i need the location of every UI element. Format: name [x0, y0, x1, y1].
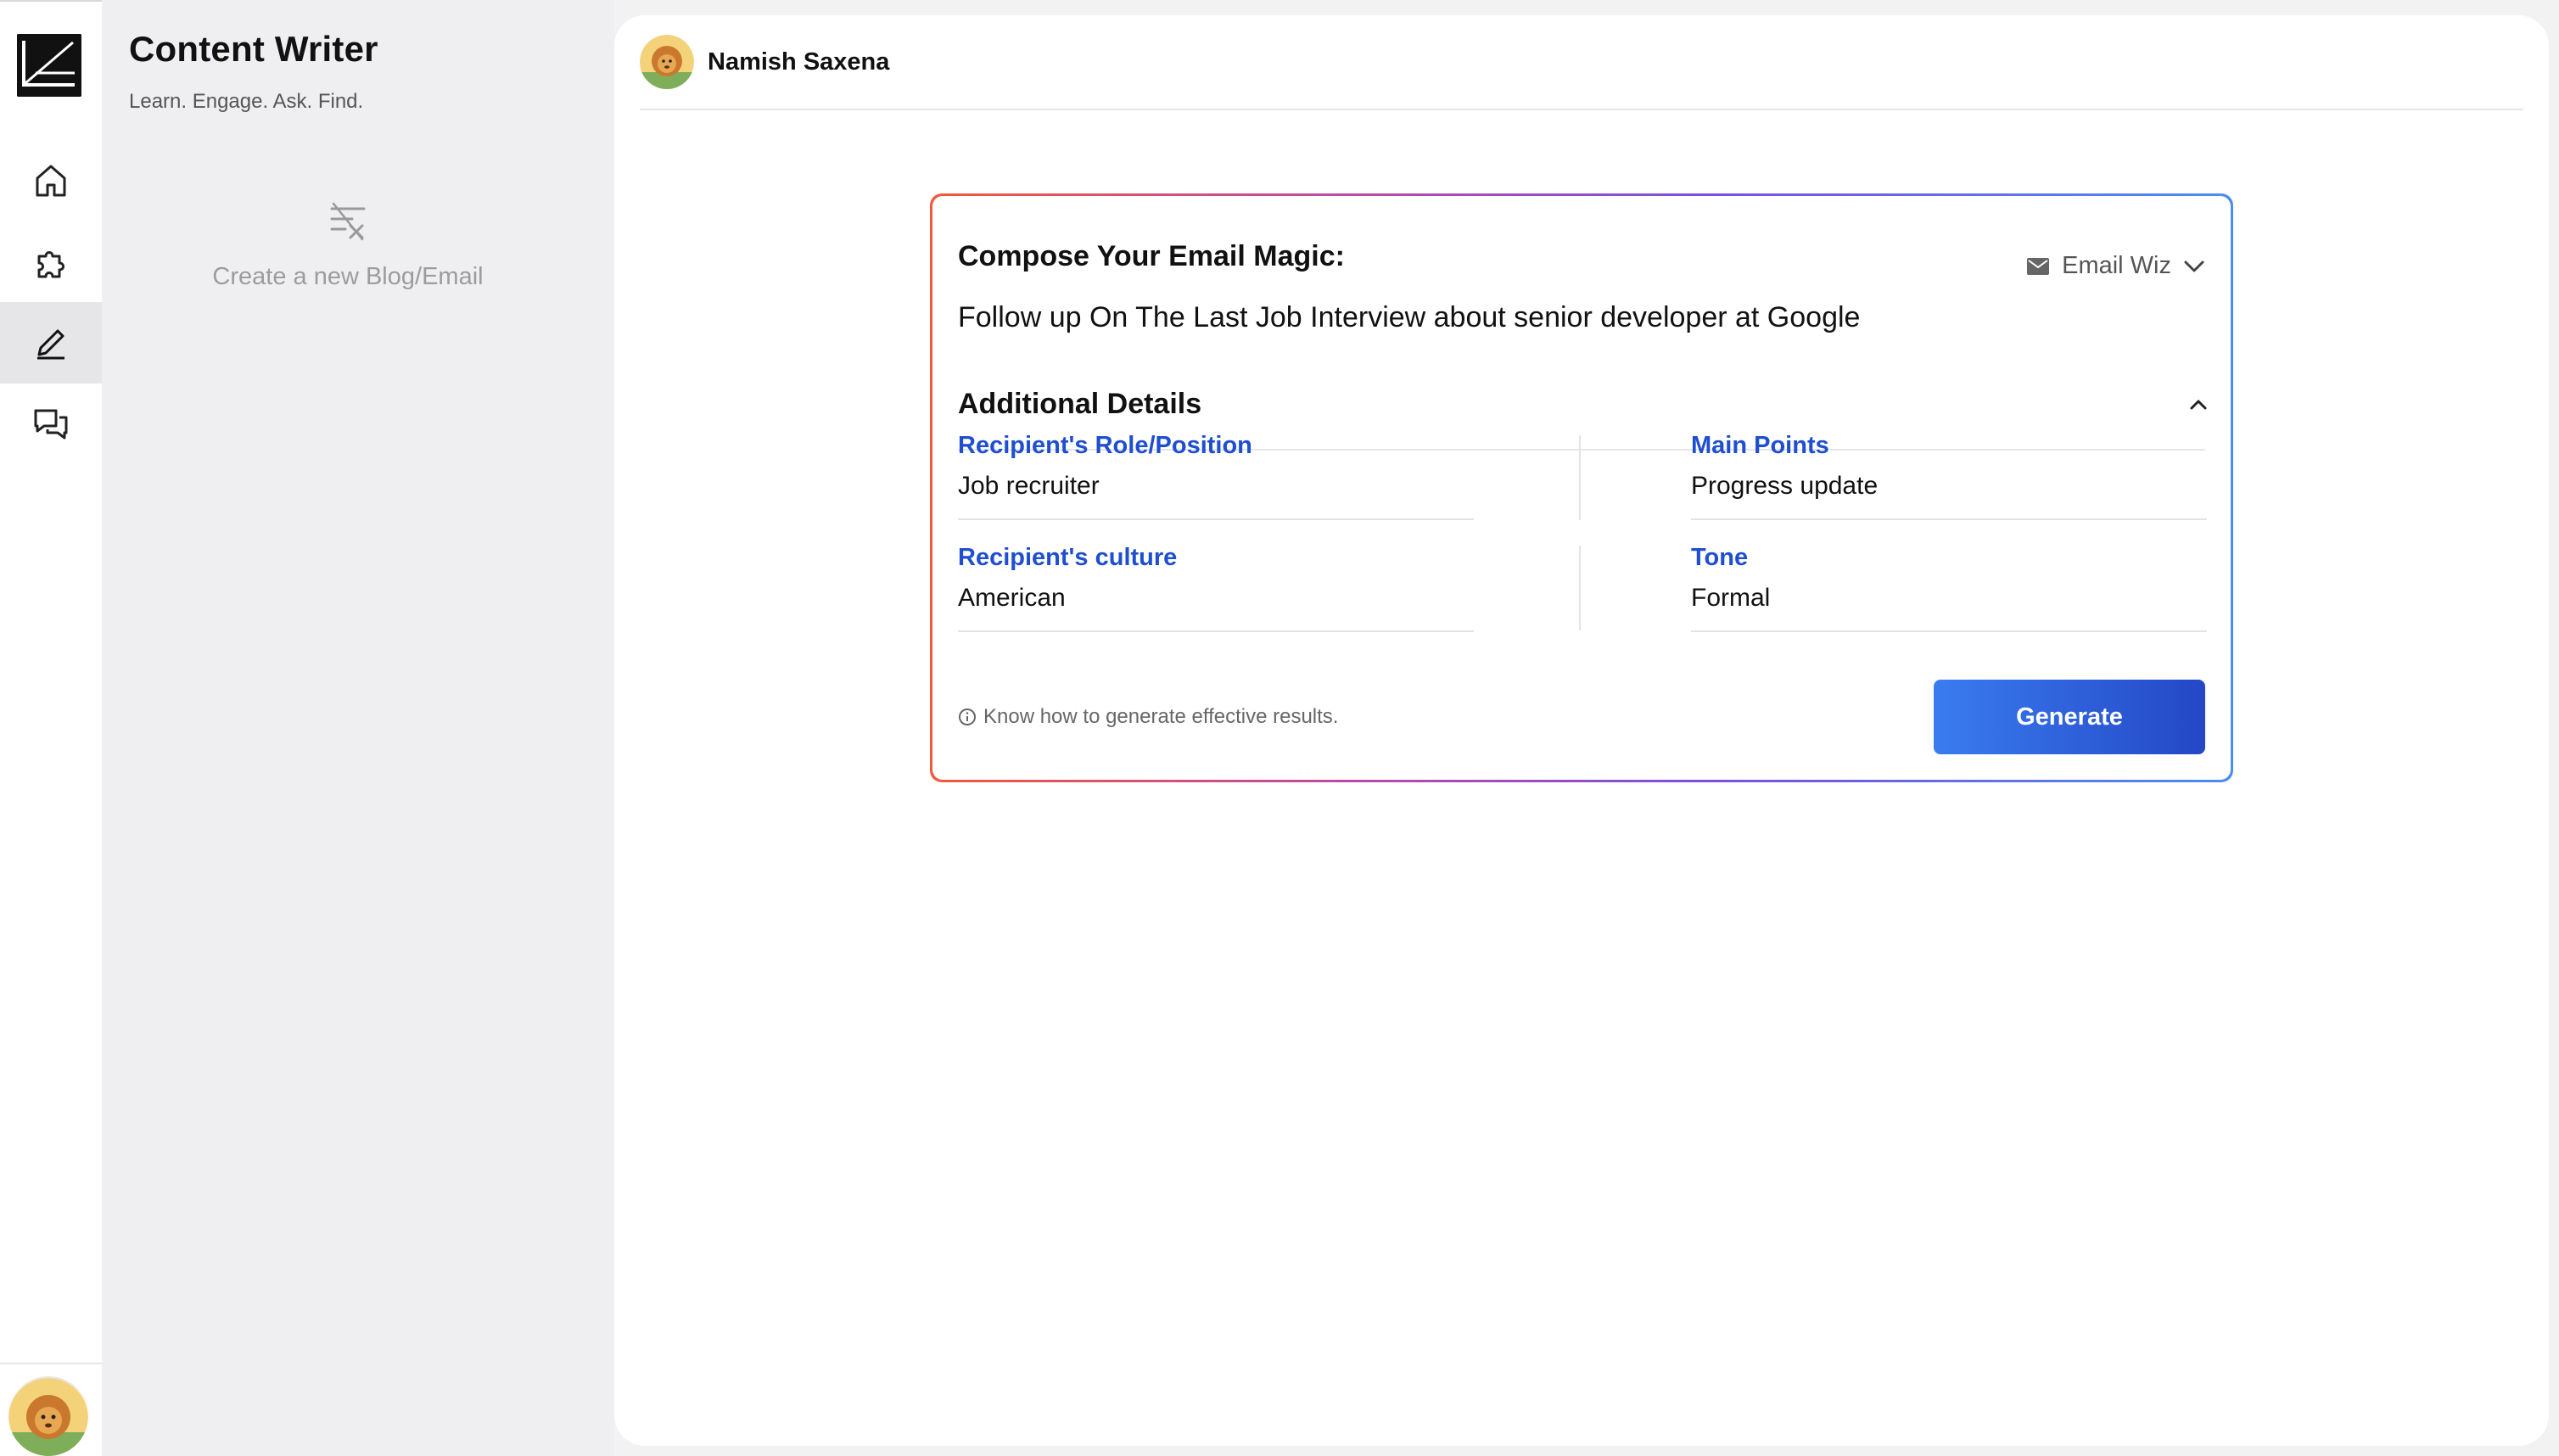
create-new-item-button[interactable]: Create a new Blog/Email [102, 200, 594, 291]
field-value: Formal [1691, 584, 1771, 612]
icon-rail [0, 0, 102, 1456]
field-label: Recipient's Role/Position [958, 432, 1252, 459]
field-value: American [958, 584, 1066, 612]
mode-dropdown[interactable]: Email Wiz [2026, 252, 2205, 280]
rail-plugins-button[interactable] [0, 221, 102, 302]
user-name[interactable]: Namish Saxena [708, 48, 889, 76]
lion-avatar-icon [8, 1378, 88, 1456]
field-tone[interactable]: Tone Formal [1691, 544, 2207, 632]
lion-avatar-icon [640, 35, 694, 89]
chevron-down-icon [2184, 260, 2204, 272]
rail-home-button[interactable] [0, 139, 102, 221]
prompt-input[interactable]: Follow up On The Last Job Interview abou… [958, 301, 2205, 451]
rail-chat-button[interactable] [0, 384, 102, 465]
column-divider [1579, 546, 1581, 630]
additional-details-heading: Additional Details [958, 388, 1202, 420]
field-label: Main Points [1691, 432, 1829, 459]
puzzle-icon [37, 251, 64, 278]
pen-icon [37, 329, 64, 360]
field-label: Tone [1691, 544, 1749, 571]
rail-content-writer-button[interactable] [0, 302, 102, 384]
app-subtitle: Learn. Engage. Ask. Find. [129, 90, 364, 113]
generate-button[interactable]: Generate [1934, 680, 2205, 754]
top-bar: Namish Saxena [640, 15, 2523, 110]
field-main-points[interactable]: Main Points Progress update [1691, 432, 2207, 520]
field-label: Recipient's culture [958, 544, 1178, 571]
field-value: Progress update [1691, 472, 1879, 500]
app-logo[interactable] [17, 34, 81, 97]
column-divider [1579, 435, 1581, 520]
app-title: Content Writer [129, 29, 378, 69]
field-recipient-role[interactable]: Recipient's Role/Position Job recruiter [958, 432, 1474, 520]
mode-label: Email Wiz [2062, 252, 2171, 279]
help-hint-link[interactable]: Know how to generate effective results. [958, 705, 1338, 729]
user-avatar[interactable] [640, 35, 694, 89]
rail-divider [0, 1363, 102, 1364]
rail-user-avatar[interactable] [8, 1376, 88, 1456]
field-value: Job recruiter [958, 472, 1100, 500]
compose-title: Compose Your Email Magic: [958, 240, 1345, 272]
compose-card: Compose Your Email Magic: Email Wiz Foll… [930, 193, 2233, 782]
clear-format-icon [330, 202, 366, 241]
chevron-up-icon [2190, 400, 2207, 409]
field-recipient-culture[interactable]: Recipient's culture American [958, 544, 1474, 632]
main-panel: Namish Saxena Compose Your Email Magic: … [614, 15, 2549, 1446]
side-panel: Content Writer Learn. Engage. Ask. Find.… [102, 0, 614, 1456]
chat-icon [34, 409, 68, 440]
info-icon [959, 708, 976, 725]
additional-details-toggle[interactable]: Additional Details [958, 388, 2209, 421]
help-hint-text: Know how to generate effective results. [983, 705, 1339, 728]
mail-icon [2027, 257, 2050, 275]
logo-icon [17, 34, 81, 97]
compose-card-body: Compose Your Email Magic: Email Wiz Foll… [932, 196, 2231, 780]
home-icon [36, 165, 66, 197]
create-new-item-label: Create a new Blog/Email [212, 263, 484, 290]
